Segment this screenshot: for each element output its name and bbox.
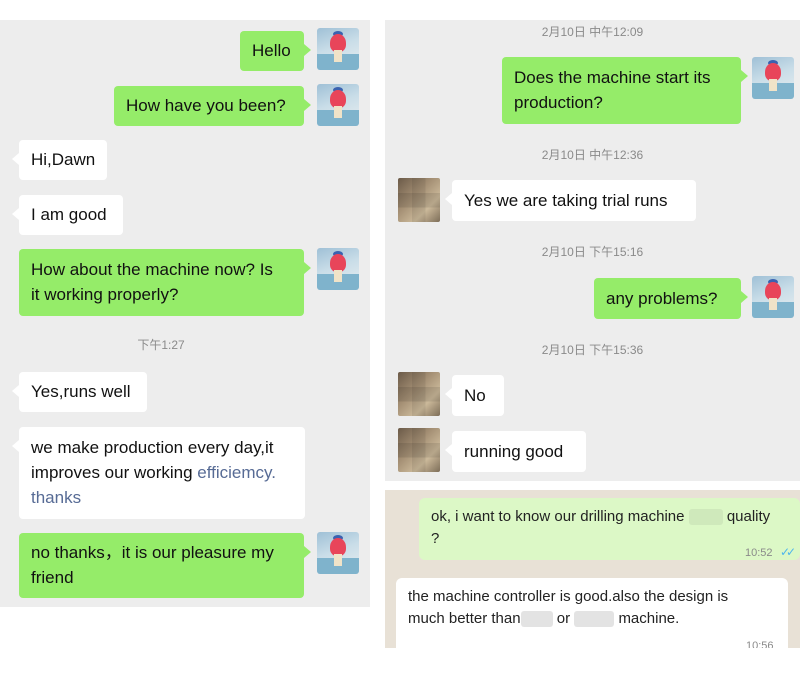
whatsapp-panel: ok, i want to know our drilling machine …: [385, 490, 800, 648]
redacted-text: [688, 509, 723, 526]
message-text: or: [556, 610, 571, 627]
message-bubble[interactable]: Hello: [240, 31, 311, 71]
message-text: Hi,Dawn: [31, 150, 96, 169]
user-avatar[interactable]: [317, 532, 359, 574]
message-text: the machine controller is good.also the …: [408, 588, 729, 605]
message-bubble[interactable]: Yes we are taking trial runs: [445, 180, 696, 221]
message-bubble[interactable]: How have you been?: [114, 86, 311, 126]
message-time: 10:56: [746, 640, 774, 648]
user-avatar[interactable]: [752, 57, 794, 99]
timestamp: 2月10日 中午12:36: [541, 148, 644, 162]
message-time: 10:52: [745, 547, 773, 559]
message-bubble[interactable]: No: [445, 375, 504, 416]
message-text: How have you been?: [126, 96, 286, 115]
message-bubble[interactable]: running good: [445, 431, 586, 472]
message-text: ok, i want to know our drilling machine: [431, 508, 685, 525]
user-avatar[interactable]: [317, 84, 359, 126]
message-text: Hello: [252, 41, 291, 60]
message-bubble[interactable]: we make production every day,it improves…: [12, 427, 305, 519]
message-bubble[interactable]: Does the machine start its production?: [502, 57, 748, 124]
message-bubble[interactable]: How about the machine now? Is it working…: [19, 249, 311, 316]
timestamp: 2月10日 下午15:16: [541, 245, 644, 259]
message-bubble[interactable]: ok, i want to know our drilling machine …: [419, 498, 800, 560]
message-text: it working properly?: [31, 285, 179, 304]
message-text: improves our working: [31, 463, 198, 482]
message-text: running good: [464, 442, 564, 461]
message-text: no thanks，it is our pleasure my: [31, 543, 274, 562]
user-avatar[interactable]: [317, 248, 359, 290]
message-bubble[interactable]: I am good: [12, 195, 123, 235]
contact-avatar[interactable]: [398, 178, 440, 222]
message-text: quality: [726, 508, 771, 525]
timestamp: 下午1:27: [137, 338, 185, 352]
message-text: we make production every day,it: [31, 438, 274, 457]
message-text: production?: [514, 93, 603, 112]
message-bubble[interactable]: Hi,Dawn: [12, 140, 107, 180]
message-text: Yes,runs well: [31, 382, 131, 401]
message-text: Does the machine start its: [514, 68, 711, 87]
message-bubble[interactable]: Yes,runs well: [12, 372, 147, 412]
message-link-text: thanks: [31, 488, 82, 507]
message-text: I am good: [31, 205, 107, 224]
message-text: No: [464, 386, 486, 405]
contact-avatar[interactable]: [398, 428, 440, 472]
timestamp: 2月10日 中午12:09: [541, 25, 644, 39]
redacted-text: [574, 611, 615, 628]
user-avatar[interactable]: [317, 28, 359, 70]
message-bubble[interactable]: any problems?: [594, 278, 748, 319]
chat-panel-right: 2月10日 中午12:09 Does the machine start its…: [385, 20, 800, 481]
message-link-text: efficiemcy.: [197, 463, 277, 482]
chat-panel-left: Hello How have you been? Hi,Dawn I am go…: [0, 20, 370, 607]
timestamp: 2月10日 下午15:36: [541, 343, 644, 357]
message-bubble[interactable]: no thanks，it is our pleasure my friend: [19, 533, 311, 598]
user-avatar[interactable]: [752, 276, 794, 318]
message-text: Yes we are taking trial runs: [464, 191, 668, 210]
read-receipt-icon: ✓✓: [780, 545, 796, 559]
message-text: much better than: [408, 610, 521, 627]
message-text: machine.: [618, 610, 680, 627]
message-text: any problems?: [606, 289, 718, 308]
contact-avatar[interactable]: [398, 372, 440, 416]
redacted-text: [520, 611, 553, 628]
message-bubble[interactable]: the machine controller is good.also the …: [396, 578, 788, 648]
message-text: ?: [431, 530, 440, 547]
message-text: How about the machine now? Is: [31, 260, 273, 279]
message-text: friend: [31, 568, 74, 587]
